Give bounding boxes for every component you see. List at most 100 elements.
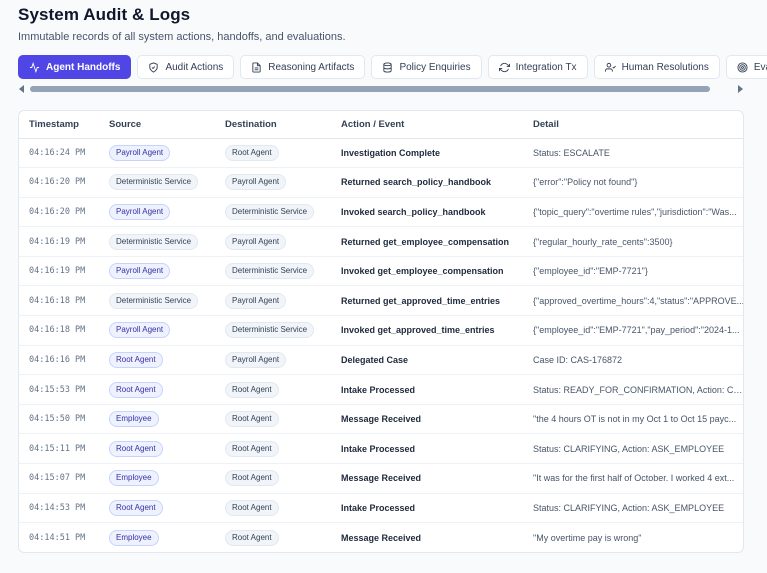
timestamp-cell: 04:16:18 PM (19, 315, 99, 346)
tab-label: Reasoning Artifacts (268, 61, 355, 73)
action-cell: Returned search_policy_handbook (331, 167, 523, 198)
table-row[interactable]: 04:16:18 PM Payroll Agent Deterministic Se… (19, 315, 743, 346)
destination-badge: Root Agent (225, 411, 279, 428)
timestamp-cell: 04:16:19 PM (19, 256, 99, 287)
tab-label: Human Resolutions (621, 61, 709, 73)
destination-cell: Payroll Agent (215, 167, 331, 198)
table-row[interactable]: 04:16:18 PM Deterministic Service Payroll … (19, 285, 743, 317)
destination-badge: Payroll Agent (225, 233, 287, 250)
source-badge: Payroll Agent (109, 144, 171, 161)
destination-cell: Root Agent (215, 433, 331, 465)
tab-label: Audit Actions (165, 61, 224, 73)
tab-audit-actions[interactable]: Audit Actions (137, 55, 235, 79)
column-header-action: Action / Event (331, 111, 523, 139)
horizontal-scrollbar[interactable] (18, 84, 743, 94)
source-badge: Root Agent (109, 440, 163, 457)
table-row[interactable]: 04:16:16 PM Root Agent Payroll Agent Delega… (19, 345, 743, 376)
timestamp-cell: 04:16:19 PM (19, 226, 99, 257)
table-row[interactable]: 04:15:07 PM Employee Root Agent Message Rec… (19, 463, 743, 494)
detail-cell: {"employee_id":"EMP-7721"} (523, 256, 743, 287)
table-row[interactable]: 04:16:19 PM Deterministic Service Payroll … (19, 226, 743, 257)
page-subtitle: Immutable records of all system actions,… (18, 31, 346, 43)
destination-cell: Payroll Agent (215, 345, 331, 376)
source-badge: Employee (109, 411, 159, 428)
tab-integration-tx[interactable]: Integration Tx (487, 55, 588, 79)
timestamp-cell: 04:16:16 PM (19, 345, 99, 376)
detail-cell: Status: READY_FOR_CONFIRMATION, Action: … (523, 374, 743, 405)
destination-cell: Root Agent (215, 463, 331, 494)
source-badge: Root Agent (109, 499, 163, 516)
detail-cell: "the 4 hours OT is not in my Oct 1 to Oc… (523, 404, 743, 435)
destination-badge: Payroll Agent (225, 351, 287, 368)
source-badge: Deterministic Service (109, 233, 199, 250)
destination-badge: Root Agent (225, 499, 279, 516)
table-header-row: Timestamp Source Destination Action / Ev… (19, 111, 743, 139)
source-cell: Employee (99, 404, 215, 435)
scrollbar-thumb[interactable] (30, 86, 710, 92)
timestamp-cell: 04:15:11 PM (19, 433, 99, 465)
tab-policy-enquiries[interactable]: Policy Enquiries (371, 55, 482, 79)
destination-cell: Payroll Agent (215, 226, 331, 257)
tab-human-resolutions[interactable]: Human Resolutions (593, 55, 720, 79)
timestamp-cell: 04:16:20 PM (19, 167, 99, 198)
table-row[interactable]: 04:15:50 PM Employee Root Agent Message Rec… (19, 404, 743, 435)
destination-badge: Root Agent (225, 381, 279, 398)
detail-cell: Case ID: CAS-176872 (523, 345, 743, 376)
table-row[interactable]: 04:16:20 PM Deterministic Service Payroll … (19, 167, 743, 198)
page-header: System Audit & Logs Immutable records of… (18, 5, 346, 43)
table-row[interactable]: 04:16:24 PM Payroll Agent Root Agent Invest… (19, 138, 743, 169)
destination-badge: Payroll Agent (225, 174, 287, 191)
source-cell: Payroll Agent (99, 256, 215, 287)
table-row[interactable]: 04:15:53 PM Root Agent Root Agent Intake Pr… (19, 374, 743, 405)
detail-cell: "It was for the first half of October. I… (523, 463, 743, 494)
scroll-left-arrow-icon[interactable] (19, 85, 24, 93)
tab-label: Integration Tx (515, 61, 577, 73)
source-cell: Root Agent (99, 433, 215, 465)
column-header-destination: Destination (215, 111, 331, 139)
destination-badge: Root Agent (225, 144, 279, 161)
destination-cell: Root Agent (215, 493, 331, 524)
timestamp-cell: 04:15:53 PM (19, 374, 99, 405)
refresh-icon (498, 62, 510, 73)
destination-badge: Root Agent (225, 529, 279, 546)
table-row[interactable]: 04:14:51 PM Employee Root Agent Message Rec… (19, 523, 743, 552)
tab-bar: Agent Handoffs Audit Actions Reasoning Art… (18, 55, 767, 79)
action-cell: Message Received (331, 463, 523, 494)
tab-evaluation-resu[interactable]: Evaluation Resu (725, 55, 767, 79)
source-cell: Payroll Agent (99, 197, 215, 228)
scroll-right-arrow-icon[interactable] (738, 85, 743, 93)
destination-badge: Deterministic Service (225, 322, 315, 339)
source-cell: Employee (99, 523, 215, 552)
table-row[interactable]: 04:14:53 PM Root Agent Root Agent Intake Pr… (19, 493, 743, 524)
timestamp-cell: 04:15:50 PM (19, 404, 99, 435)
source-cell: Deterministic Service (99, 285, 215, 317)
destination-cell: Root Agent (215, 404, 331, 435)
destination-badge: Root Agent (225, 470, 279, 487)
column-header-detail: Detail (523, 111, 743, 139)
source-cell: Employee (99, 463, 215, 494)
handoffs-table-card: Timestamp Source Destination Action / Ev… (18, 110, 744, 553)
detail-cell: Status: ESCALATE (523, 138, 743, 169)
tab-reasoning-artifacts[interactable]: Reasoning Artifacts (240, 55, 366, 79)
action-cell: Investigation Complete (331, 138, 523, 169)
source-badge: Root Agent (109, 381, 163, 398)
action-cell: Returned get_approved_time_entries (331, 285, 523, 317)
detail-cell: Status: CLARIFYING, Action: ASK_EMPLOYEE (523, 493, 743, 524)
target-icon (737, 61, 748, 73)
destination-badge: Root Agent (225, 440, 279, 457)
user-check-icon (604, 62, 616, 73)
source-badge: Employee (109, 529, 159, 546)
table-row[interactable]: 04:16:20 PM Payroll Agent Deterministic Se… (19, 197, 743, 228)
table-row[interactable]: 04:16:19 PM Payroll Agent Deterministic Se… (19, 256, 743, 287)
column-header-source: Source (99, 111, 215, 139)
destination-badge: Deterministic Service (225, 263, 315, 280)
table-row[interactable]: 04:15:11 PM Root Agent Root Agent Intake Pr… (19, 433, 743, 465)
source-badge: Payroll Agent (109, 322, 171, 339)
timestamp-cell: 04:16:24 PM (19, 138, 99, 169)
shield-icon (148, 61, 159, 73)
detail-cell: {"regular_hourly_rate_cents":3500} (523, 226, 743, 257)
tab-label: Agent Handoffs (46, 61, 121, 73)
timestamp-cell: 04:14:53 PM (19, 493, 99, 524)
tab-agent-handoffs[interactable]: Agent Handoffs (18, 55, 132, 79)
timestamp-cell: 04:16:20 PM (19, 197, 99, 228)
